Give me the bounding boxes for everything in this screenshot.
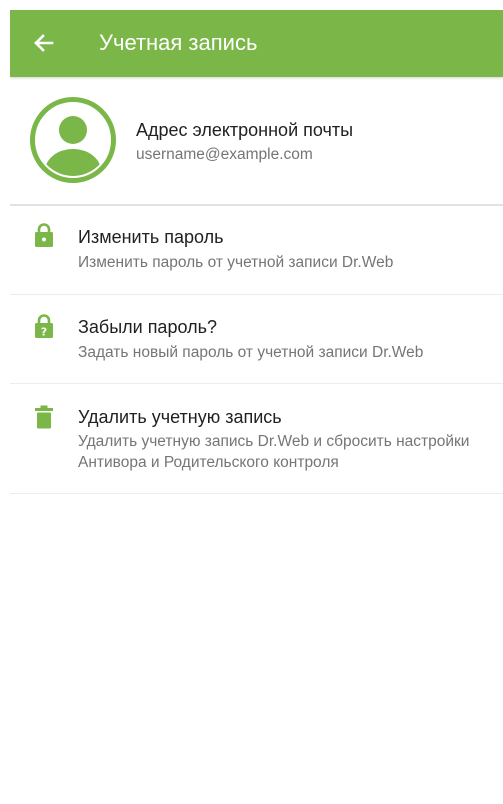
lock-icon (35, 223, 53, 247)
lock-question-icon: ? (35, 314, 53, 339)
trash-icon (35, 405, 53, 429)
delete-account-title: Удалить учетную запись (78, 407, 282, 427)
change-password-item[interactable]: Изменить пароль Изменить пароль от учетн… (10, 206, 503, 295)
forgot-password-item[interactable]: ? Забыли пароль? Задать новый пароль от … (10, 295, 503, 384)
delete-account-subtitle: Удалить учетную запись Dr.Web и сбросить… (78, 433, 470, 471)
delete-account-item[interactable]: Удалить учетную запись Удалить учетную з… (10, 384, 503, 494)
app-bar: Учетная запись (10, 10, 503, 77)
forgot-password-subtitle: Задать новый пароль от учетной записи Dr… (78, 344, 424, 361)
change-password-subtitle: Изменить пароль от учетной записи Dr.Web (78, 254, 394, 271)
forgot-password-title: Забыли пароль? (78, 317, 217, 337)
back-button[interactable] (28, 27, 60, 59)
account-screen: Учетная запись Адрес электронной почты u… (10, 10, 503, 804)
account-header: Адрес электронной почты username@example… (10, 77, 503, 206)
email-label: Адрес электронной почты (136, 120, 354, 140)
email-value: username@example.com (136, 146, 313, 163)
page-title: Учетная запись (99, 30, 258, 55)
change-password-title: Изменить пароль (78, 227, 224, 247)
arrow-left-icon (34, 34, 54, 52)
svg-text:?: ? (41, 326, 47, 339)
user-avatar-icon (30, 97, 116, 183)
